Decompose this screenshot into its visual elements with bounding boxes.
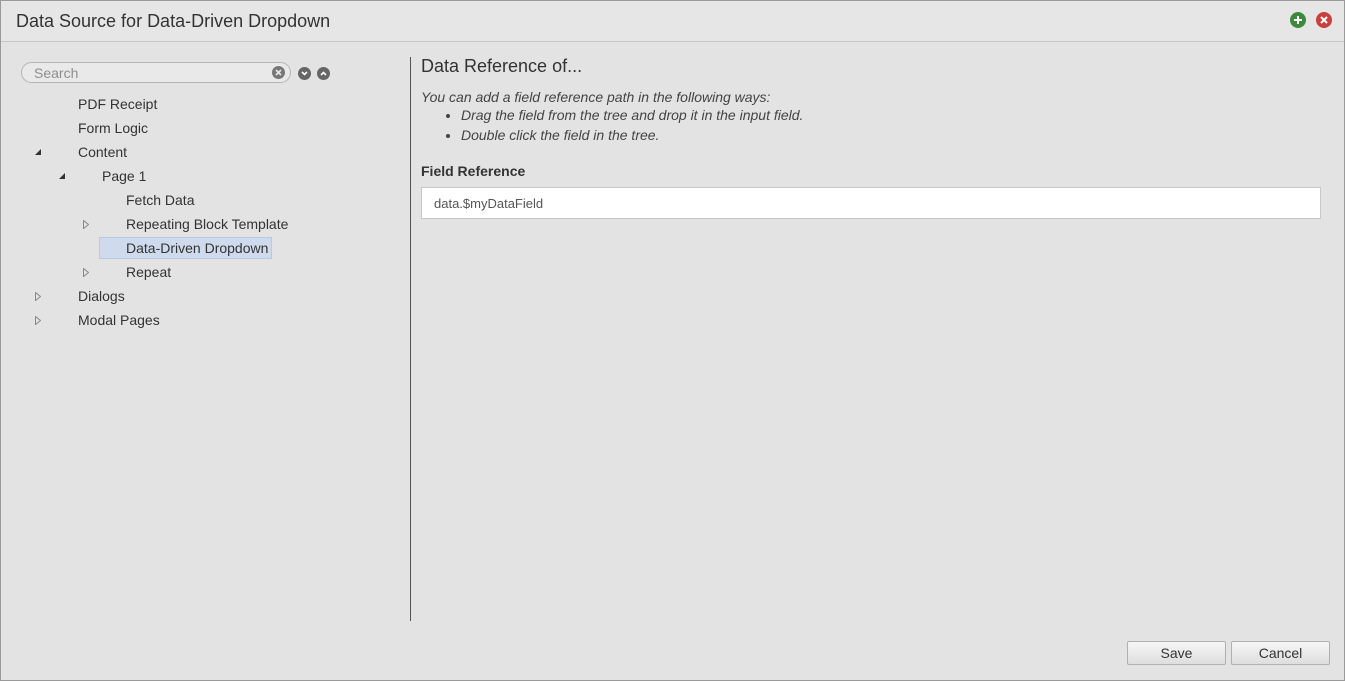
dialog: Data Source for Data-Driven Dropdown PDF… — [0, 0, 1345, 681]
search-box — [21, 62, 291, 83]
tree-item-data-driven-dropdown[interactable]: Data-Driven Dropdown — [99, 237, 273, 259]
save-button[interactable]: Save — [1127, 641, 1226, 665]
list-item: Drag the field from the tree and drop it… — [461, 105, 803, 125]
tree-item-label: Repeating Block Template — [126, 216, 289, 232]
collapsed-triangle-icon[interactable] — [33, 285, 43, 307]
dialog-titlebar: Data Source for Data-Driven Dropdown — [1, 1, 1344, 42]
tree-item-page-1[interactable]: Page 1 — [1, 165, 401, 187]
pane-divider[interactable] — [410, 57, 411, 621]
tree-item-content[interactable]: Content — [1, 141, 401, 163]
clear-search-icon[interactable] — [272, 66, 285, 79]
ways-list: Drag the field from the tree and drop it… — [421, 105, 803, 145]
tree-item-pdf-receipt[interactable]: PDF Receipt — [1, 93, 401, 115]
tree-item-repeating-block-template[interactable]: Repeating Block Template — [1, 213, 401, 235]
collapsed-triangle-icon[interactable] — [81, 213, 91, 235]
cancel-button[interactable]: Cancel — [1231, 641, 1330, 665]
search-input[interactable] — [34, 65, 264, 81]
tree-item-label: Page 1 — [102, 168, 147, 184]
field-reference-label: Field Reference — [421, 163, 526, 179]
tree-item-label: Data-Driven Dropdown — [99, 237, 273, 259]
expanded-triangle-icon[interactable] — [33, 141, 43, 163]
tree-item-label: Fetch Data — [126, 192, 195, 208]
detail-intro: You can add a field reference path in th… — [421, 89, 771, 105]
tree-item-label: Dialogs — [78, 288, 125, 304]
plus-circle-icon[interactable] — [1290, 12, 1306, 28]
tree-pane: PDF Receipt Form Logic Content Page 1 Fe… — [1, 42, 409, 621]
tree-item-dialogs[interactable]: Dialogs — [1, 285, 401, 307]
chevron-up-icon[interactable] — [317, 67, 330, 80]
list-item: Double click the field in the tree. — [461, 125, 803, 145]
detail-heading: Data Reference of... — [421, 56, 583, 76]
tree-item-label: Modal Pages — [78, 312, 160, 328]
tree-item-label: Form Logic — [78, 120, 149, 136]
tree-item-label: Repeat — [126, 264, 172, 280]
tree-item-modal-pages[interactable]: Modal Pages — [1, 309, 401, 331]
field-reference-input[interactable] — [421, 187, 1321, 219]
tree-item-label: Content — [78, 144, 128, 160]
expanded-triangle-icon[interactable] — [57, 165, 67, 187]
tree-item-label: PDF Receipt — [78, 96, 158, 112]
dialog-title: Data Source for Data-Driven Dropdown — [16, 11, 331, 31]
tree-item-form-logic[interactable]: Form Logic — [1, 117, 401, 139]
collapsed-triangle-icon[interactable] — [33, 309, 43, 331]
close-icon[interactable] — [1316, 12, 1332, 28]
collapsed-triangle-icon[interactable] — [81, 261, 91, 283]
tree-item-repeat[interactable]: Repeat — [1, 261, 401, 283]
tree-item-fetch-data[interactable]: Fetch Data — [1, 189, 401, 211]
chevron-down-icon[interactable] — [298, 67, 311, 80]
